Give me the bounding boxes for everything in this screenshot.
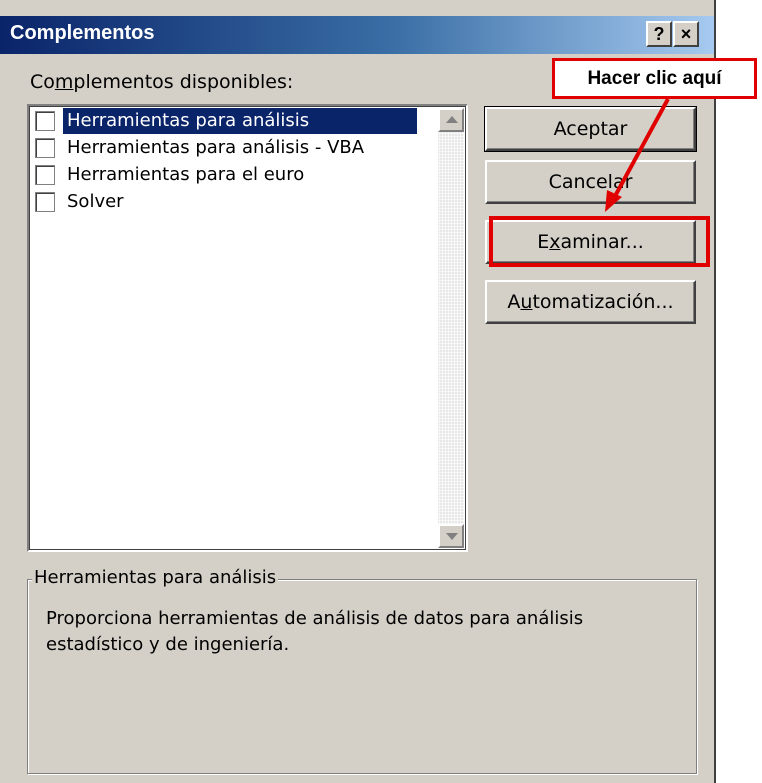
arrow-head	[605, 190, 622, 212]
callout-arrow-icon	[605, 98, 670, 212]
arrow-shaft	[612, 98, 670, 199]
